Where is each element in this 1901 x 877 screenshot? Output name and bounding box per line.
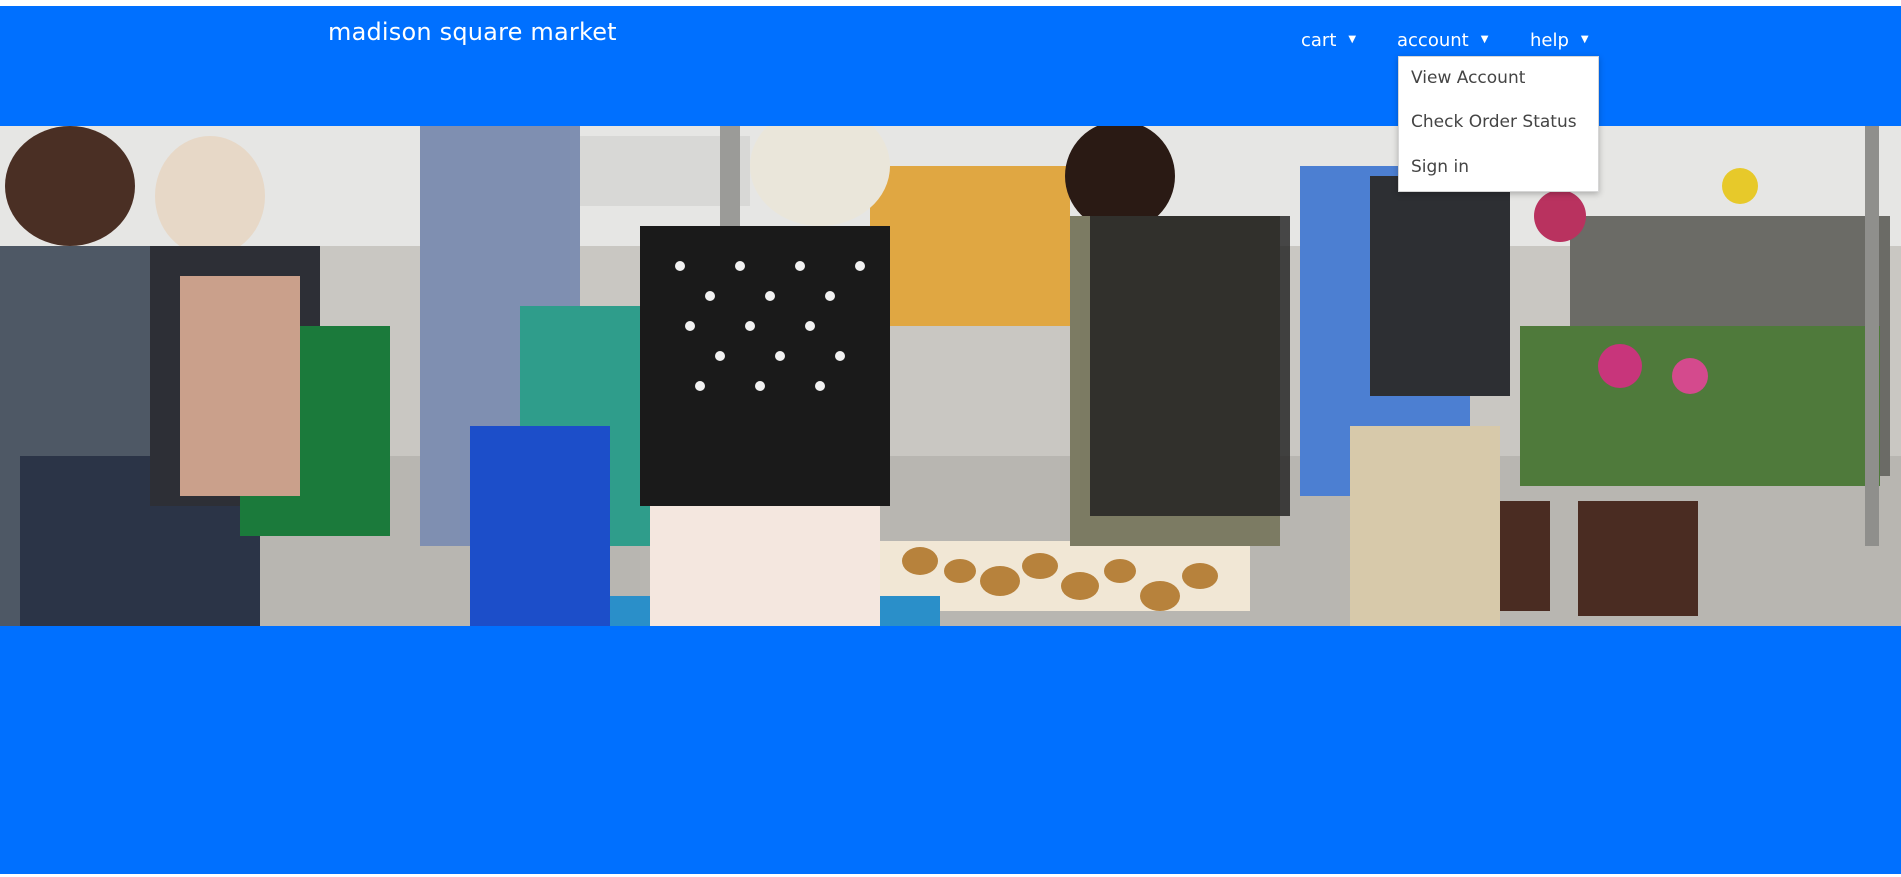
menu-item-sign-in[interactable]: Sign in xyxy=(1411,157,1469,177)
caret-down-icon: ▼ xyxy=(1580,34,1589,45)
menu-item-check-order-status[interactable]: Check Order Status xyxy=(1411,112,1577,132)
nav-account[interactable]: account ▼ xyxy=(1397,28,1488,52)
menu-item-view-account[interactable]: View Account xyxy=(1411,68,1525,88)
nav-help-label: help xyxy=(1530,29,1569,51)
site-brand[interactable]: madison square market xyxy=(328,18,617,46)
caret-down-icon: ▼ xyxy=(1480,34,1489,45)
nav-help[interactable]: help ▼ xyxy=(1530,28,1589,52)
page-frame: madison square market cart ▼ account ▼ h… xyxy=(0,6,1901,874)
nav-cart[interactable]: cart ▼ xyxy=(1301,28,1356,52)
nav-cart-label: cart xyxy=(1301,29,1337,51)
market-photo xyxy=(0,126,1901,626)
nav-account-label: account xyxy=(1397,29,1469,51)
caret-down-icon: ▼ xyxy=(1348,34,1357,45)
hero-image xyxy=(0,126,1901,626)
account-dropdown-menu: View Account Check Order Status Sign in xyxy=(1398,56,1599,192)
